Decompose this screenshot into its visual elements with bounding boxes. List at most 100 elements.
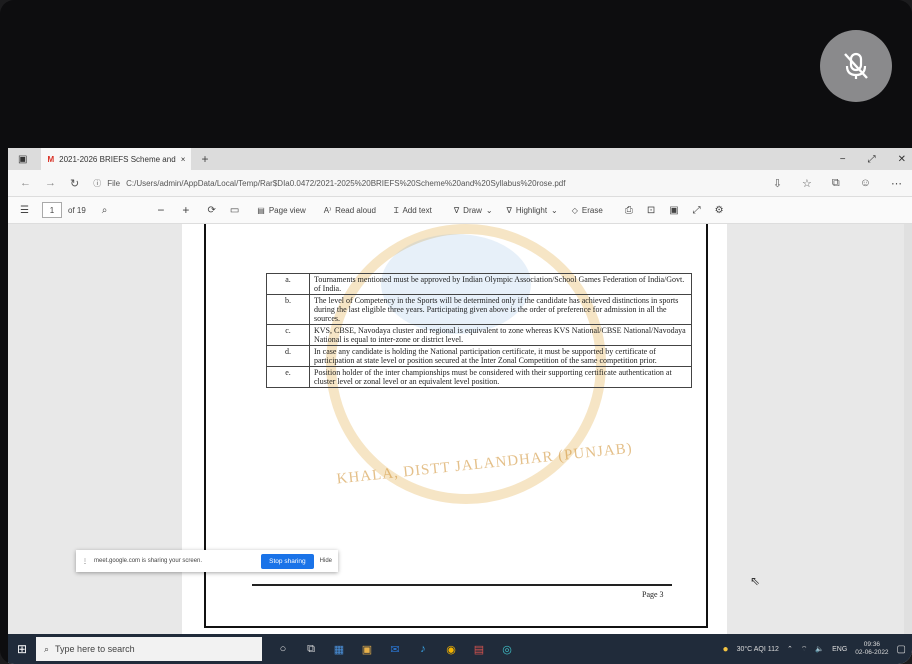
- zoom-in-button[interactable]: +: [182, 203, 189, 217]
- stop-sharing-button[interactable]: Stop sharing: [261, 553, 314, 569]
- chevron-down-icon: ⌄: [485, 205, 493, 215]
- more-icon[interactable]: ⋯: [891, 177, 902, 190]
- save-icon[interactable]: ▣: [669, 205, 678, 216]
- refresh-icon[interactable]: ↻: [70, 177, 79, 190]
- draw-button[interactable]: ∇ Draw ⌄: [454, 206, 493, 215]
- rotate-icon[interactable]: ⟳: [207, 205, 215, 216]
- app-icon[interactable]: ▤: [472, 642, 486, 656]
- calculator-icon[interactable]: ▦: [332, 642, 346, 656]
- address-bar: ← → ↻ ⓘ File C:/Users/admin/AppData/Loca…: [8, 170, 912, 197]
- collections-icon[interactable]: ⧉: [832, 177, 840, 190]
- new-tab-icon[interactable]: +: [201, 152, 208, 166]
- task-view-icon[interactable]: ⧉: [304, 642, 318, 656]
- edge-icon[interactable]: ◎: [500, 642, 514, 656]
- language-indicator[interactable]: ENG: [832, 646, 847, 653]
- erase-button[interactable]: ◇ Erase: [572, 206, 603, 215]
- page-view-label: Page view: [268, 205, 306, 215]
- cortana-icon[interactable]: ○: [276, 642, 290, 656]
- favorite-icon[interactable]: ☆: [802, 177, 812, 190]
- browser-tab[interactable]: M 2021-2026 BRIEFS Scheme and Co ×: [41, 148, 192, 170]
- expand-icon[interactable]: ⤢: [693, 205, 701, 216]
- tab-actions-icon[interactable]: ▣: [18, 154, 27, 165]
- read-aloud-button[interactable]: A⁾ Read aloud: [324, 206, 376, 215]
- mail-icon[interactable]: ✉: [388, 642, 402, 656]
- add-text-icon: Ɪ: [394, 205, 399, 215]
- window-controls: − ⤢ ✕: [840, 148, 906, 170]
- rule-text: KVS, CBSE, Navodaya cluster and regional…: [309, 324, 692, 346]
- drag-handle-icon[interactable]: ⋮: [82, 558, 88, 565]
- search-icon[interactable]: ⌕: [102, 205, 108, 216]
- print-icon[interactable]: ⎙: [625, 205, 633, 216]
- url-field[interactable]: ⓘ File C:/Users/admin/AppData/Local/Temp…: [93, 174, 693, 192]
- add-text-label: Add text: [402, 205, 432, 215]
- store-icon[interactable]: ▣: [360, 642, 374, 656]
- highlight-label: Highlight: [515, 205, 548, 215]
- clock[interactable]: 09:36 02-06-2022: [855, 641, 888, 657]
- url-prefix: File: [107, 178, 121, 188]
- table-row: d. In case any candidate is holding the N…: [266, 345, 692, 367]
- profile-icon[interactable]: ☺: [860, 177, 871, 190]
- add-text-button[interactable]: Ɪ Add text: [394, 205, 432, 216]
- table-row: e. Position holder of the inter champions…: [266, 366, 692, 388]
- windows-start-icon[interactable]: ⊞: [8, 642, 36, 656]
- tab-title: 2021-2026 BRIEFS Scheme and Co: [59, 154, 176, 164]
- gmail-favicon-icon: M: [47, 154, 55, 164]
- hide-button[interactable]: Hide: [320, 558, 332, 564]
- read-aloud-icon: A⁾: [323, 205, 332, 215]
- maximize-icon[interactable]: ⤢: [868, 154, 876, 165]
- volume-icon[interactable]: 🔈: [815, 645, 824, 653]
- share-message: meet.google.com is sharing your screen.: [94, 558, 203, 564]
- tab-close-icon[interactable]: ×: [181, 155, 186, 164]
- page-current: 1: [49, 205, 55, 215]
- page-view-icon: ▤: [257, 205, 265, 215]
- back-icon[interactable]: ←: [20, 177, 31, 190]
- rule-text: Position holder of the inter championshi…: [309, 366, 692, 388]
- taskbar: ⊞ ⌕ Type here to search ○ ⧉ ▦ ▣ ✉ ♪ ◉ ▤ …: [8, 634, 912, 664]
- settings-icon[interactable]: ⚙: [715, 205, 724, 216]
- highlight-button[interactable]: ∇ Highlight ⌄: [507, 206, 558, 215]
- rule-key: a.: [266, 273, 310, 295]
- chrome-icon[interactable]: ◉: [444, 642, 458, 656]
- rule-text: Tournaments mentioned must be approved b…: [309, 273, 692, 295]
- notifications-icon[interactable]: ▢: [897, 644, 906, 655]
- mouse-cursor-icon: ⇖: [750, 574, 761, 588]
- pdf-viewport[interactable]: KHALA, DISTT JALANDHAR (PUNJAB) a. Tourna…: [8, 224, 912, 634]
- page-number-input[interactable]: 1: [42, 202, 62, 218]
- taskbar-apps: ○ ⧉ ▦ ▣ ✉ ♪ ◉ ▤ ◎: [276, 642, 514, 656]
- contents-icon[interactable]: ☰: [20, 205, 29, 216]
- zoom-out-button[interactable]: −: [157, 203, 164, 217]
- close-window-icon[interactable]: ✕: [898, 154, 906, 165]
- meet-stage: ▣ M 2021-2026 BRIEFS Scheme and Co × + −…: [0, 0, 912, 664]
- browser-actions: ⇩ ☆ ⧉ ☺ ⋯: [773, 177, 902, 190]
- shared-screen: ▣ M 2021-2026 BRIEFS Scheme and Co × + −…: [8, 148, 912, 664]
- draw-label: Draw: [463, 205, 482, 215]
- page-view-button[interactable]: ▤ Page view: [257, 206, 305, 215]
- fit-width-icon[interactable]: ⊡: [647, 205, 655, 216]
- highlight-icon: ∇: [506, 205, 512, 215]
- weather-icon: ●: [722, 643, 729, 655]
- eraser-icon: ◇: [571, 205, 578, 215]
- erase-label: Erase: [581, 205, 603, 215]
- download-icon[interactable]: ⇩: [773, 177, 782, 190]
- read-aloud-label: Read aloud: [335, 205, 376, 215]
- rule-key: b.: [266, 294, 310, 325]
- taskbar-search[interactable]: ⌕ Type here to search: [36, 637, 262, 661]
- fit-page-icon[interactable]: ▭: [230, 205, 239, 216]
- rule-key: e.: [266, 366, 310, 388]
- clock-date: 02-06-2022: [855, 649, 889, 656]
- network-icon[interactable]: ⌔: [801, 645, 808, 654]
- media-icon[interactable]: ♪: [416, 642, 430, 656]
- weather-text[interactable]: 30°C AQI 112: [737, 646, 779, 653]
- chevron-up-icon[interactable]: ⌃: [787, 645, 793, 653]
- footer-rule: [252, 584, 672, 586]
- rule-key: c.: [266, 324, 310, 346]
- rule-text: The level of Competency in the Sports wi…: [309, 294, 692, 325]
- scrollbar[interactable]: [904, 224, 912, 634]
- forward-icon[interactable]: →: [45, 177, 56, 190]
- url-text: C:/Users/admin/AppData/Local/Temp/Rar$DI…: [126, 178, 566, 188]
- mic-off-icon[interactable]: [820, 30, 892, 102]
- chevron-down-icon: ⌄: [551, 205, 558, 215]
- table-row: a. Tournaments mentioned must be approved…: [266, 273, 692, 295]
- page-total: of 19: [68, 205, 86, 215]
- minimize-icon[interactable]: −: [840, 154, 846, 165]
